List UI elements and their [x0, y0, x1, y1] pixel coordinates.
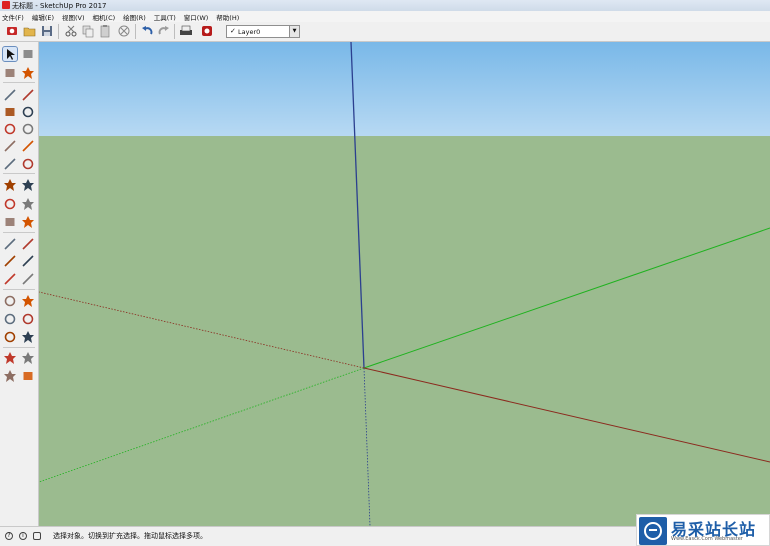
pie-icon[interactable] [21, 157, 35, 171]
getting-started-icon[interactable] [5, 24, 19, 38]
layer-dropdown[interactable]: ✓ Layer0 ▼ [226, 25, 300, 38]
rotate-icon[interactable] [3, 197, 17, 211]
rectangle-icon[interactable] [3, 105, 17, 119]
offset-icon[interactable] [21, 215, 35, 229]
layer-name: Layer0 [238, 28, 261, 36]
model-viewport[interactable] [39, 42, 770, 526]
toolbar-separator [174, 24, 175, 39]
circle-icon[interactable] [3, 122, 17, 136]
arc-icon[interactable] [3, 139, 17, 153]
previous-view-icon[interactable] [21, 330, 35, 344]
select-icon[interactable] [2, 46, 18, 62]
undo-icon[interactable] [140, 24, 154, 38]
toolbar-separator [3, 82, 35, 83]
move-icon[interactable] [3, 178, 17, 192]
menu-help[interactable]: 帮助(H) [216, 12, 239, 22]
look-around-icon[interactable] [21, 351, 35, 365]
watermark-subtitle: Www.Easck.Com Webmaster [671, 536, 743, 542]
pan-icon[interactable] [21, 294, 35, 308]
print-icon[interactable] [179, 24, 193, 38]
rotated-rectangle-icon[interactable] [21, 105, 35, 119]
menu-tools[interactable]: 工具(T) [154, 12, 176, 22]
position-camera-icon[interactable] [3, 351, 17, 365]
site-watermark: 易采站长站 Www.Easck.Com Webmaster [636, 514, 770, 546]
menu-file[interactable]: 文件(F) [2, 12, 24, 22]
menu-window[interactable]: 窗口(W) [184, 12, 209, 22]
open-icon[interactable] [23, 24, 37, 38]
erase-icon[interactable] [117, 24, 131, 38]
paste-icon[interactable] [98, 24, 112, 38]
ground [39, 136, 770, 526]
main-toolbar [0, 22, 770, 42]
menu-draw[interactable]: 绘图(R) [123, 12, 146, 22]
model-info-icon[interactable] [200, 24, 214, 38]
toolbar-separator [3, 289, 35, 290]
dimension-icon[interactable] [21, 237, 35, 251]
orbit-icon[interactable] [3, 294, 17, 308]
layer-check-icon: ✓ [230, 27, 236, 35]
window-title: 无标题 - SketchUp Pro 2017 [12, 2, 107, 10]
sky [39, 42, 770, 136]
menu-bar: 文件(F) 编辑(E) 视图(V) 相机(C) 绘图(R) 工具(T) 窗口(W… [0, 11, 770, 22]
zoom-icon[interactable] [3, 312, 17, 326]
menu-view[interactable]: 视图(V) [62, 12, 85, 22]
help-icon[interactable]: ? [5, 532, 13, 540]
two-point-arc-icon[interactable] [21, 139, 35, 153]
toolbar-separator [3, 347, 35, 348]
protractor-icon[interactable] [3, 254, 17, 268]
cut-icon[interactable] [64, 24, 78, 38]
walk-icon[interactable] [3, 369, 17, 383]
status-message: 选择对象。切换到扩充选择。拖动鼠标选择多项。 [53, 532, 207, 540]
toolbar-separator [3, 232, 35, 233]
3d-text-icon[interactable] [21, 272, 35, 286]
menu-edit[interactable]: 编辑(E) [32, 12, 54, 22]
large-tool-set [0, 42, 39, 526]
tape-measure-icon[interactable] [3, 237, 17, 251]
toolbar-separator [58, 24, 59, 39]
paint-bucket-icon[interactable] [3, 66, 17, 80]
redo-icon[interactable] [157, 24, 171, 38]
line-icon[interactable] [3, 88, 17, 102]
text-icon[interactable] [21, 254, 35, 268]
info-icon[interactable]: i [19, 532, 27, 540]
dropdown-arrow-icon[interactable]: ▼ [289, 26, 299, 37]
zoom-extents-icon[interactable] [3, 330, 17, 344]
three-point-arc-icon[interactable] [3, 157, 17, 171]
zoom-window-icon[interactable] [21, 312, 35, 326]
push-pull-icon[interactable] [21, 178, 35, 192]
make-component-icon[interactable] [21, 47, 35, 61]
scale-icon[interactable] [3, 215, 17, 229]
sketchup-app-icon [2, 1, 10, 9]
menu-camera[interactable]: 相机(C) [93, 12, 116, 22]
follow-me-icon[interactable] [21, 197, 35, 211]
user-icon[interactable] [33, 532, 41, 540]
toolbar-separator [135, 24, 136, 39]
toolbar-separator [3, 173, 35, 174]
section-plane-icon[interactable] [21, 369, 35, 383]
eraser-icon[interactable] [21, 66, 35, 80]
watermark-logo [639, 517, 667, 545]
axes-icon[interactable] [3, 272, 17, 286]
freehand-icon[interactable] [21, 88, 35, 102]
copy-icon[interactable] [81, 24, 95, 38]
save-icon[interactable] [40, 24, 54, 38]
scene-canvas[interactable] [39, 42, 770, 526]
polygon-icon[interactable] [21, 122, 35, 136]
